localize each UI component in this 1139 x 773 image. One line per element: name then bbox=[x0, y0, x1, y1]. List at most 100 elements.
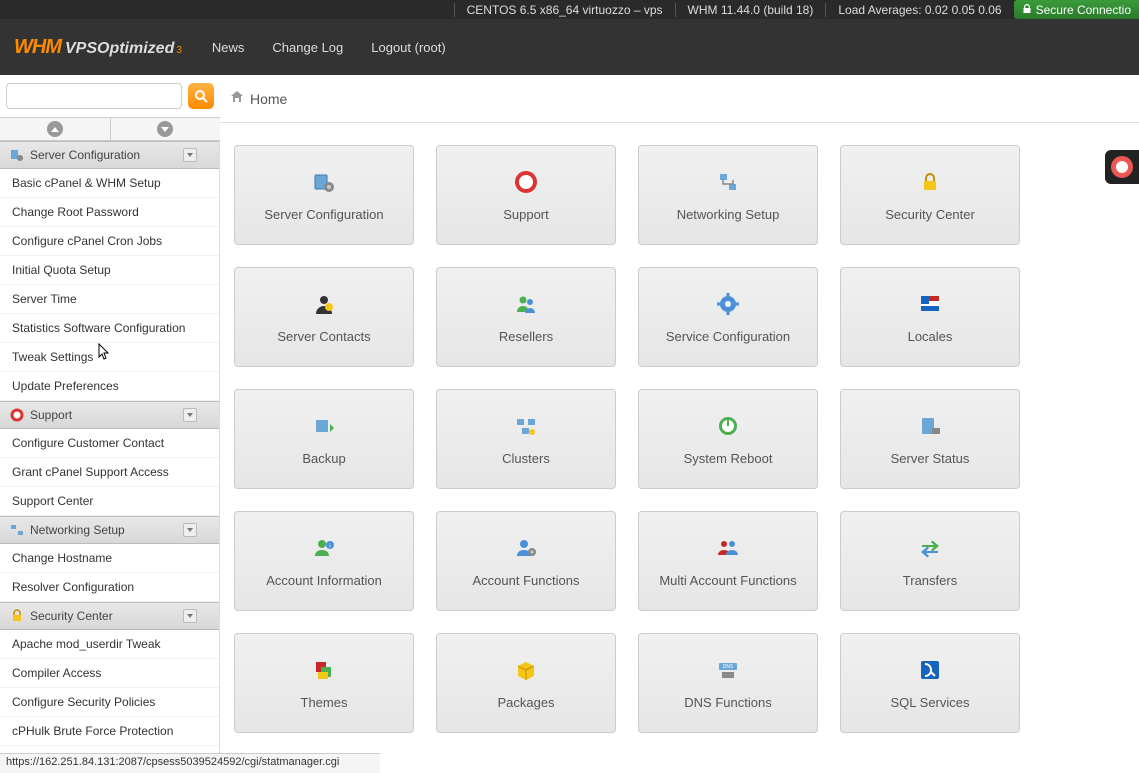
sidebar-item-initial-quota-setup[interactable]: Initial Quota Setup bbox=[0, 256, 219, 285]
tile-label: Account Information bbox=[266, 573, 382, 588]
tile-label: DNS Functions bbox=[684, 695, 771, 710]
logo-vps-text: VPS bbox=[65, 40, 97, 58]
sidebar-item-compiler-access[interactable]: Compiler Access bbox=[0, 659, 219, 688]
tile-label: Packages bbox=[497, 695, 554, 710]
tile-label: Themes bbox=[301, 695, 348, 710]
sidebar-item-server-time[interactable]: Server Time bbox=[0, 285, 219, 314]
tile-networking-setup[interactable]: Networking Setup bbox=[638, 145, 818, 245]
sidebar-item-tweak-settings[interactable]: Tweak Settings bbox=[0, 343, 219, 372]
category-label: Security Center bbox=[30, 609, 113, 623]
tile-label: Server Configuration bbox=[264, 207, 383, 222]
breadcrumb: Home bbox=[220, 75, 1139, 123]
breadcrumb-home[interactable]: Home bbox=[250, 91, 287, 107]
tile-themes[interactable]: Themes bbox=[234, 633, 414, 733]
tile-transfers[interactable]: Transfers bbox=[840, 511, 1020, 611]
collapse-all-button[interactable] bbox=[0, 118, 110, 140]
tile-security-center[interactable]: Security Center bbox=[840, 145, 1020, 245]
nav-logout[interactable]: Logout (root) bbox=[371, 40, 445, 55]
chevron-down-icon bbox=[157, 121, 173, 137]
logo-whm-text: WHM bbox=[14, 36, 61, 59]
tile-label: Support bbox=[503, 207, 549, 222]
themes-icon bbox=[311, 657, 337, 683]
sidebar-tree[interactable]: Server ConfigurationBasic cPanel & WHM S… bbox=[0, 141, 220, 773]
sidebar-item-configure-customer-contact[interactable]: Configure Customer Contact bbox=[0, 429, 219, 458]
lock-icon bbox=[1022, 3, 1032, 17]
tile-grid-wrap[interactable]: Server Configuration Support Networking Se… bbox=[220, 123, 1139, 773]
sidebar-item-apache-mod-userdir-tweak[interactable]: Apache mod_userdir Tweak bbox=[0, 630, 219, 659]
tile-multi-account-functions[interactable]: Multi Account Functions bbox=[638, 511, 818, 611]
tile-clusters[interactable]: Clusters bbox=[436, 389, 616, 489]
lifering-icon bbox=[1111, 156, 1133, 178]
contact-icon bbox=[311, 291, 337, 317]
sidebar-item-configure-security-policies[interactable]: Configure Security Policies bbox=[0, 688, 219, 717]
chevron-down-icon[interactable] bbox=[183, 609, 197, 623]
chevron-down-icon[interactable] bbox=[183, 523, 197, 537]
tile-locales[interactable]: Locales bbox=[840, 267, 1020, 367]
search-button[interactable] bbox=[188, 83, 214, 109]
sidebar-item-grant-cpanel-support-access[interactable]: Grant cPanel Support Access bbox=[0, 458, 219, 487]
tile-label: Server Contacts bbox=[277, 329, 370, 344]
sidebar-category-networking-setup[interactable]: Networking Setup bbox=[0, 516, 219, 544]
search-input[interactable] bbox=[6, 83, 182, 109]
tile-label: Multi Account Functions bbox=[659, 573, 796, 588]
tile-server-contacts[interactable]: Server Contacts bbox=[234, 267, 414, 367]
tile-label: Account Functions bbox=[473, 573, 580, 588]
sidebar-category-support[interactable]: Support bbox=[0, 401, 219, 429]
svg-text:DNS: DNS bbox=[723, 664, 734, 670]
tile-grid: Server Configuration Support Networking Se… bbox=[234, 145, 1139, 733]
tile-resellers[interactable]: Resellers bbox=[436, 267, 616, 367]
sidebar-category-security-center[interactable]: Security Center bbox=[0, 602, 219, 630]
main-column: Home Server Configuration Support Networki… bbox=[220, 75, 1139, 773]
tile-system-reboot[interactable]: System Reboot bbox=[638, 389, 818, 489]
sidebar-item-basic-cpanel-whm-setup[interactable]: Basic cPanel & WHM Setup bbox=[0, 169, 219, 198]
category-label: Networking Setup bbox=[30, 523, 125, 537]
status-icon bbox=[917, 413, 943, 439]
gear-icon bbox=[715, 291, 741, 317]
tile-backup[interactable]: Backup bbox=[234, 389, 414, 489]
tile-service-configuration[interactable]: Service Configuration bbox=[638, 267, 818, 367]
chevron-down-icon[interactable] bbox=[183, 148, 197, 162]
lock-icon bbox=[10, 609, 24, 623]
sidebar-item-change-hostname[interactable]: Change Hostname bbox=[0, 544, 219, 573]
transfers-icon bbox=[917, 535, 943, 561]
search-icon bbox=[194, 89, 208, 103]
tile-sql-services[interactable]: SQL Services bbox=[840, 633, 1020, 733]
flag-icon bbox=[917, 291, 943, 317]
network-icon bbox=[715, 169, 741, 195]
tile-server-configuration[interactable]: Server Configuration bbox=[234, 145, 414, 245]
sidebar-item-change-root-password[interactable]: Change Root Password bbox=[0, 198, 219, 227]
help-tab[interactable] bbox=[1105, 150, 1139, 184]
nav-news[interactable]: News bbox=[212, 40, 245, 55]
secure-connection-badge[interactable]: Secure Connectio bbox=[1014, 0, 1139, 19]
tile-packages[interactable]: Packages bbox=[436, 633, 616, 733]
server-gear-icon bbox=[311, 169, 337, 195]
logo-subscript: 3 bbox=[176, 45, 182, 56]
tile-account-functions[interactable]: Account Functions bbox=[436, 511, 616, 611]
sidebar-item-resolver-configuration[interactable]: Resolver Configuration bbox=[0, 573, 219, 602]
sidebar-category-server-configuration[interactable]: Server Configuration bbox=[0, 141, 219, 169]
sidebar-item-cphulk-brute-force-protection[interactable]: cPHulk Brute Force Protection bbox=[0, 717, 219, 746]
tile-label: Networking Setup bbox=[677, 207, 780, 222]
sidebar-item-statistics-software-configuration[interactable]: Statistics Software Configuration bbox=[0, 314, 219, 343]
header-nav: News Change Log Logout (root) bbox=[212, 40, 474, 55]
sidebar-item-update-preferences[interactable]: Update Preferences bbox=[0, 372, 219, 401]
chevron-down-icon[interactable] bbox=[183, 408, 197, 422]
lifering-icon bbox=[10, 408, 24, 422]
sidebar-item-configure-cpanel-cron-jobs[interactable]: Configure cPanel Cron Jobs bbox=[0, 227, 219, 256]
whm-logo[interactable]: WHM VPS Optimized 3 bbox=[14, 36, 182, 59]
tile-support[interactable]: Support bbox=[436, 145, 616, 245]
expand-all-button[interactable] bbox=[110, 118, 221, 140]
accfunc-icon bbox=[513, 535, 539, 561]
whm-version: WHM 11.44.0 (build 18) bbox=[675, 3, 826, 17]
tile-dns-functions[interactable]: DNS DNS Functions bbox=[638, 633, 818, 733]
tile-account-information[interactable]: iAccount Information bbox=[234, 511, 414, 611]
tile-label: Backup bbox=[302, 451, 345, 466]
tile-label: SQL Services bbox=[891, 695, 970, 710]
tile-server-status[interactable]: Server Status bbox=[840, 389, 1020, 489]
nav-changelog[interactable]: Change Log bbox=[272, 40, 343, 55]
packages-icon bbox=[513, 657, 539, 683]
power-icon bbox=[715, 413, 741, 439]
collapse-expand-row bbox=[0, 117, 220, 141]
os-info: CENTOS 6.5 x86_64 virtuozzo – vps bbox=[454, 3, 675, 17]
sidebar-item-support-center[interactable]: Support Center bbox=[0, 487, 219, 516]
